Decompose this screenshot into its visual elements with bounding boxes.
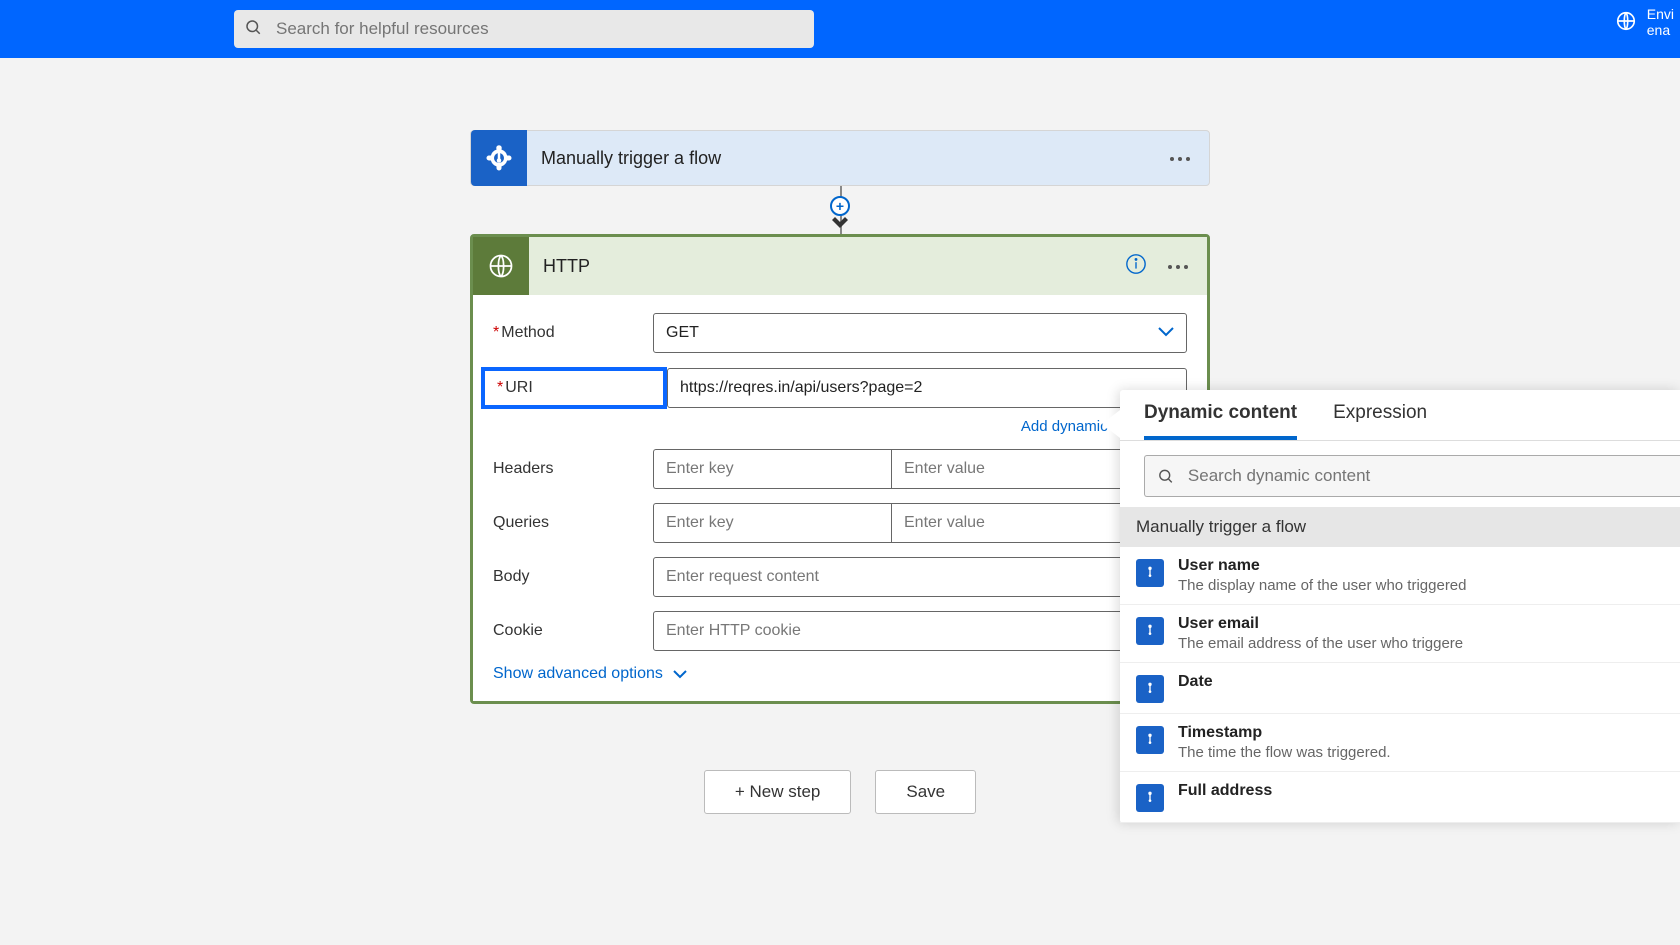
- http-icon: [473, 237, 529, 295]
- headers-value-input[interactable]: [891, 449, 1129, 489]
- top-bar: Envi ena: [0, 0, 1680, 58]
- dyn-item-user-name[interactable]: User nameThe display name of the user wh…: [1120, 547, 1680, 605]
- dynamic-content-panel: Dynamic content Expression Manually trig…: [1120, 390, 1680, 823]
- queries-value-input[interactable]: [891, 503, 1129, 543]
- dyn-tabs: Dynamic content Expression: [1120, 390, 1680, 441]
- uri-label: *URI: [485, 379, 657, 397]
- trigger-token-icon: [1136, 726, 1164, 754]
- panel-caret: [1102, 410, 1120, 438]
- queries-label: Queries: [493, 514, 653, 532]
- trigger-token-icon: [1136, 675, 1164, 703]
- http-action-card: HTTP *Method GET: [470, 234, 1210, 704]
- body-input[interactable]: [653, 557, 1187, 597]
- method-value: GET: [666, 324, 699, 342]
- queries-key-input[interactable]: [653, 503, 891, 543]
- dyn-item-user-email[interactable]: User emailThe email address of the user …: [1120, 605, 1680, 663]
- search-icon: [244, 18, 262, 41]
- new-step-button[interactable]: + New step: [704, 770, 852, 814]
- method-select[interactable]: GET: [653, 313, 1187, 353]
- trigger-token-icon: [1136, 784, 1164, 812]
- connector: +: [470, 186, 1210, 234]
- dyn-item-full-address[interactable]: Full address: [1120, 772, 1680, 823]
- global-search[interactable]: [234, 10, 814, 48]
- add-dynamic-content-link[interactable]: Add dynamic content +: [493, 417, 1187, 435]
- arrow-down-icon: [831, 216, 849, 235]
- dyn-search[interactable]: [1144, 455, 1680, 497]
- http-body: *Method GET *URI: [473, 295, 1207, 701]
- insert-step-button[interactable]: +: [830, 196, 850, 216]
- tab-dynamic-content[interactable]: Dynamic content: [1144, 402, 1297, 440]
- chevron-down-icon: [673, 670, 687, 679]
- environment-icon: [1615, 10, 1637, 35]
- cookie-input[interactable]: [653, 611, 1187, 651]
- dyn-search-input[interactable]: [1188, 466, 1668, 486]
- footer-buttons: + New step Save: [704, 770, 976, 814]
- uri-highlight: *URI: [481, 367, 667, 409]
- headers-row: Headers: [493, 449, 1187, 489]
- info-icon[interactable]: [1125, 253, 1147, 280]
- trigger-menu-button[interactable]: [1169, 149, 1191, 167]
- cookie-label: Cookie: [493, 622, 653, 640]
- trigger-token-icon: [1136, 617, 1164, 645]
- tab-expression[interactable]: Expression: [1333, 402, 1427, 440]
- method-label: *Method: [493, 324, 653, 342]
- env-label-2: ena: [1647, 22, 1674, 38]
- global-search-input[interactable]: [276, 19, 804, 39]
- trigger-icon: [471, 130, 527, 186]
- http-menu-button[interactable]: [1167, 257, 1189, 275]
- chevron-down-icon: [1158, 324, 1174, 342]
- queries-row: Queries: [493, 503, 1187, 543]
- headers-key-input[interactable]: [653, 449, 891, 489]
- dyn-item-date[interactable]: Date: [1120, 663, 1680, 714]
- trigger-token-icon: [1136, 559, 1164, 587]
- dyn-item-timestamp[interactable]: TimestampThe time the flow was triggered…: [1120, 714, 1680, 772]
- http-title: HTTP: [543, 256, 1125, 277]
- method-row: *Method GET: [493, 313, 1187, 353]
- show-advanced-link[interactable]: Show advanced options: [493, 665, 1187, 683]
- cookie-row: Cookie: [493, 611, 1187, 651]
- uri-row: *URI: [493, 367, 1187, 409]
- body-row: Body: [493, 557, 1187, 597]
- environment-indicator[interactable]: Envi ena: [1615, 6, 1674, 38]
- save-button[interactable]: Save: [875, 770, 976, 814]
- dyn-group-header: Manually trigger a flow: [1120, 507, 1680, 547]
- uri-input[interactable]: [667, 368, 1187, 408]
- body-label: Body: [493, 568, 653, 586]
- trigger-title: Manually trigger a flow: [541, 148, 1169, 169]
- headers-label: Headers: [493, 460, 653, 478]
- search-icon: [1157, 467, 1174, 485]
- http-header[interactable]: HTTP: [473, 237, 1207, 295]
- trigger-card[interactable]: Manually trigger a flow: [470, 130, 1210, 186]
- env-label-1: Envi: [1647, 6, 1674, 22]
